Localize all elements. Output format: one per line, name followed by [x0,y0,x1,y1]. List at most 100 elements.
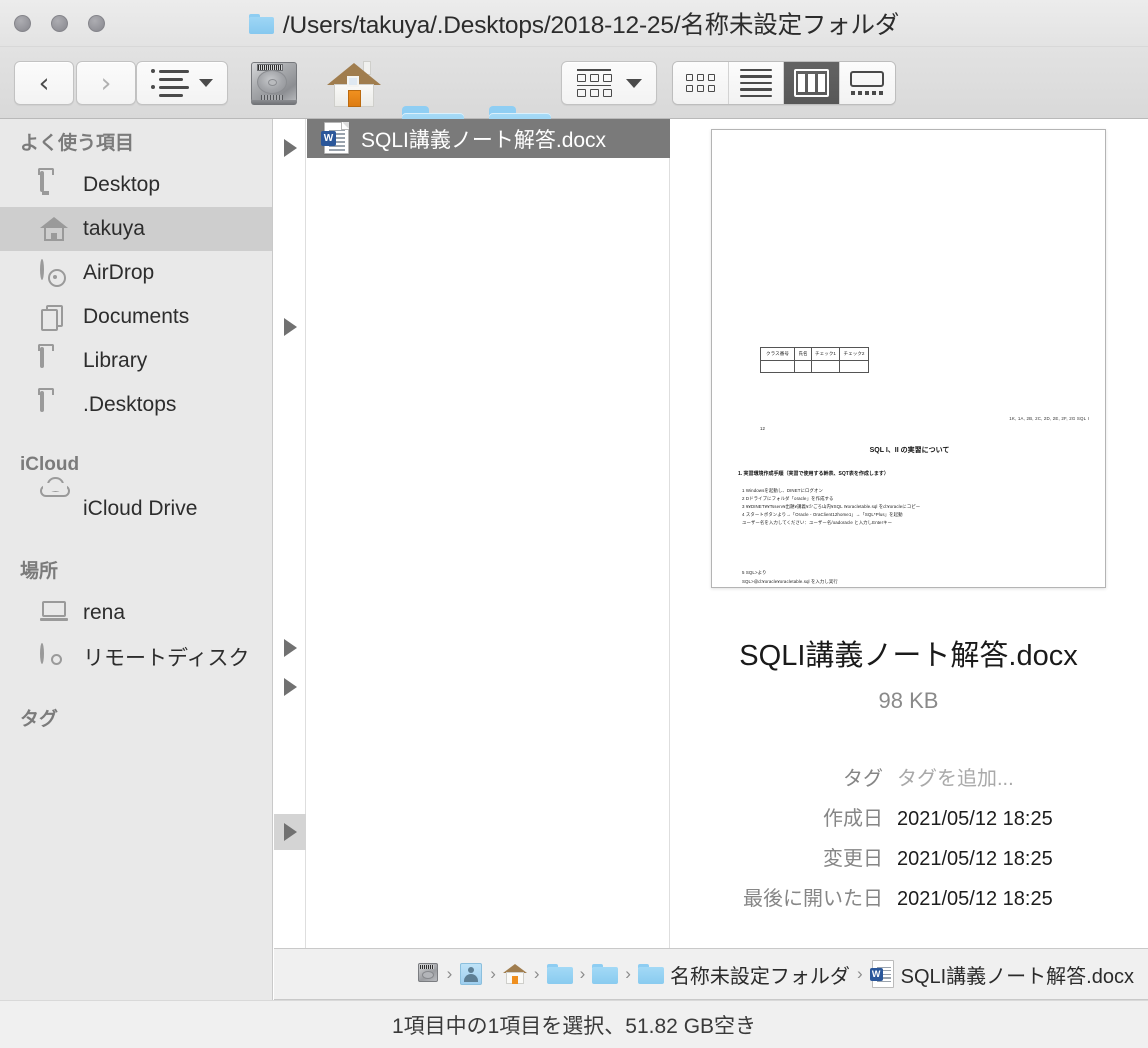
sidebar-section-icloud: iCloud [20,454,80,475]
path-separator: › [533,964,540,983]
hard-drive-icon [416,962,440,986]
view-mode-segmented-control [672,61,896,105]
laptop-icon [40,601,70,625]
list-view-button[interactable] [728,62,784,104]
airdrop-icon [40,259,70,285]
path-item-untitled-folder[interactable]: 名称未設定フォルダ [637,960,850,989]
metadata-value: 2021/05/12 18:25 [897,848,1053,870]
gallery-view-button[interactable] [839,62,895,104]
sidebar-section-locations: 場所 [20,560,59,582]
group-by-dropdown-button[interactable] [561,61,657,105]
sidebar: よく使う項目 Desktop takuya AirDrop Documents … [0,119,273,1048]
folder-icon [637,964,664,984]
disclosure-triangle-icon[interactable] [284,678,297,696]
thumbnail-table-row [760,359,869,373]
chevron-down-icon [199,79,213,87]
sidebar-item-documents[interactable]: Documents [0,295,272,339]
chevron-right-icon: › [100,67,112,99]
metadata-row-tags[interactable]: タグ タグを追加... [711,762,1106,791]
path-separator: › [490,964,496,983]
thumbnail-body-line: SQL>@d:¥oracle¥oracletable.sql を入力し実行 [742,579,838,584]
disclosure-triangle-icon[interactable] [284,318,297,336]
thumbnail-body-line: 3 ¥¥DINET¥¥Tsserv¥出題¥講義¥少ごろ山内¥SQL I¥orac… [742,504,921,509]
path-item-date-folder[interactable] [592,964,619,984]
chevron-down-icon [625,78,642,88]
home-icon [502,963,527,985]
folder-icon [248,13,274,34]
home-icon [40,217,70,241]
sidebar-item-airdrop[interactable]: AirDrop [0,251,272,295]
list-icon [739,68,772,98]
sidebar-item-rena[interactable]: rena [0,591,272,635]
word-document-icon: W [321,121,350,156]
columns-icon [793,69,829,97]
add-tag-field[interactable]: タグを追加... [897,762,1014,791]
column-view-button[interactable] [784,62,840,104]
sidebar-item-desktop[interactable]: Desktop [0,163,272,207]
sidebar-item-remote-disc[interactable]: リモートディスク [0,635,272,679]
sidebar-item-desktops[interactable]: .Desktops [0,383,272,427]
home-folder-icon[interactable] [327,59,381,107]
metadata-value: 2021/05/12 18:25 [897,888,1053,910]
sidebar-item-label: .Desktops [83,393,177,416]
preview-filesize: 98 KB [878,688,939,713]
path-item-users[interactable] [459,963,483,985]
sidebar-item-label: AirDrop [83,261,155,284]
sidebar-item-takuya[interactable]: takuya [0,207,272,251]
icon-view-button[interactable] [673,62,729,104]
path-separator: › [446,964,453,983]
folder-desktop-icon [40,171,70,197]
arrange-dropdown-button[interactable] [136,61,228,105]
path-item-desktops[interactable] [546,964,573,984]
sidebar-item-label: Library [83,349,148,372]
metadata-value: 2021/05/12 18:25 [897,808,1053,830]
preview-metadata: タグ タグを追加... 作成日 2021/05/12 18:25 変更日 202… [711,762,1106,922]
list-item[interactable]: W SQLI講義ノート解答.docx [307,119,670,158]
sidebar-item-label: Desktop [83,173,161,196]
path-separator: › [579,964,586,983]
list-bullets-icon [151,69,189,97]
path-separator: › [625,964,631,983]
thumbnail-body-line: 5 SQL>より [742,570,767,575]
disclosure-arrow-column [274,119,306,948]
back-button[interactable]: ‹ [14,61,74,105]
path-separator: › [856,964,863,983]
sidebar-item-label: Documents [83,305,190,328]
path-item-label: 名称未設定フォルダ [669,965,850,988]
chevron-left-icon: ‹ [38,67,50,99]
metadata-key: 作成日 [823,808,883,830]
sidebar-item-icloud-drive[interactable]: iCloud Drive [0,477,272,531]
metadata-key: タグ [843,768,883,790]
disclosure-triangle-icon[interactable] [284,639,297,657]
path-item-home[interactable] [502,963,527,985]
path-item-file[interactable]: W SQLI講義ノート解答.docx [869,959,1134,989]
sidebar-item-library[interactable]: Library [0,339,272,383]
forward-button[interactable]: › [76,61,136,105]
document-preview-thumbnail[interactable]: クラス番号 氏名 チェック1 チェック2 1K, 1A, 2B, 2C, 2D,… [711,129,1106,588]
disclosure-triangle-icon[interactable] [284,139,297,157]
sidebar-item-label: rena [83,601,126,624]
status-text: 1項目中の1項目を選択、51.82 GB空き [391,1014,757,1038]
hard-drive-icon[interactable] [249,60,299,106]
metadata-row-modified: 変更日 2021/05/12 18:25 [711,842,1106,871]
folder-icon [40,391,70,417]
metadata-key: 最後に開いた日 [743,888,883,910]
path-bar: › › › › › 名称未設定フォルダ › W SQLI講義ノート解答.docx [274,948,1148,1000]
toolbar: ‹ › [0,47,1148,154]
page-title: /Users/takuya/.Desktops/2018-12-25/名称未設定… [282,12,900,39]
folder-icon [592,964,619,984]
path-item-hard-drive[interactable] [416,962,440,986]
folder-icon [40,347,70,373]
metadata-row-last-opened: 最後に開いた日 2021/05/12 18:25 [711,882,1106,911]
grid-menu-icon [576,68,612,98]
disclosure-triangle-icon[interactable] [284,823,297,841]
thumbnail-body-line: 1 Windowsを起動し、DINETにログオン [742,488,823,493]
word-document-icon: W [869,959,895,989]
thumbnail-header-right: 1K, 1A, 2B, 2C, 2D, 2E, 2F, 2G SQL I [1009,416,1089,421]
users-icon [459,963,483,985]
status-bar: 1項目中の1項目を選択、51.82 GB空き [0,1000,1148,1048]
file-list-column: W SQLI講義ノート解答.docx [307,119,670,948]
sidebar-item-label: リモートディスク [83,647,250,670]
disc-icon [40,643,70,669]
window-title-group: /Users/takuya/.Desktops/2018-12-25/名称未設定… [0,0,1148,47]
